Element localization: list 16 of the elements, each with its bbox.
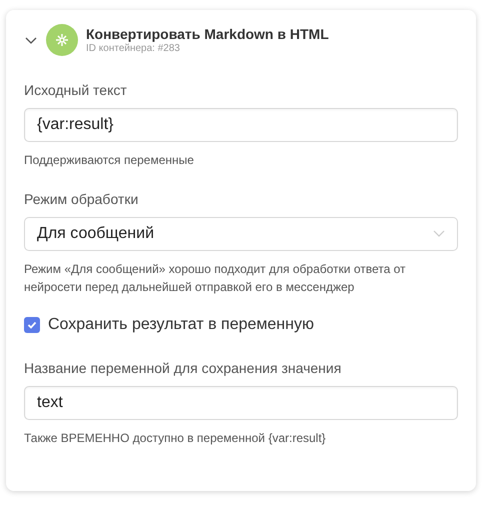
field-hint: Режим «Для сообщений» хорошо подходит для обработки ответа от нейросети перед дальнейшей отправкой его в мессенджер: [24, 261, 407, 296]
input-field[interactable]: text: [24, 386, 458, 420]
field-hint: Также ВРЕМЕННО доступно в переменной {var:result}: [24, 430, 327, 447]
select-field[interactable]: Для сообщений: [24, 217, 458, 251]
checkbox[interactable]: [24, 317, 40, 333]
field-hint: Поддерживаются переменные: [24, 152, 195, 169]
flower-icon: [46, 24, 78, 56]
field-label: Режим обработки: [24, 191, 140, 207]
field-label: Название переменной для сохранения значения: [24, 360, 342, 376]
check-icon: [27, 320, 37, 330]
caret-icon: [433, 230, 445, 238]
checkbox-label: Сохранить результат в переменную: [48, 316, 314, 334]
container-id: ID контейнера: #283: [86, 43, 181, 54]
field-label: Исходный текст: [24, 82, 128, 98]
input-field[interactable]: {var:result}: [24, 108, 458, 142]
block-title: Конвертировать Markdown в HTML: [86, 26, 329, 42]
